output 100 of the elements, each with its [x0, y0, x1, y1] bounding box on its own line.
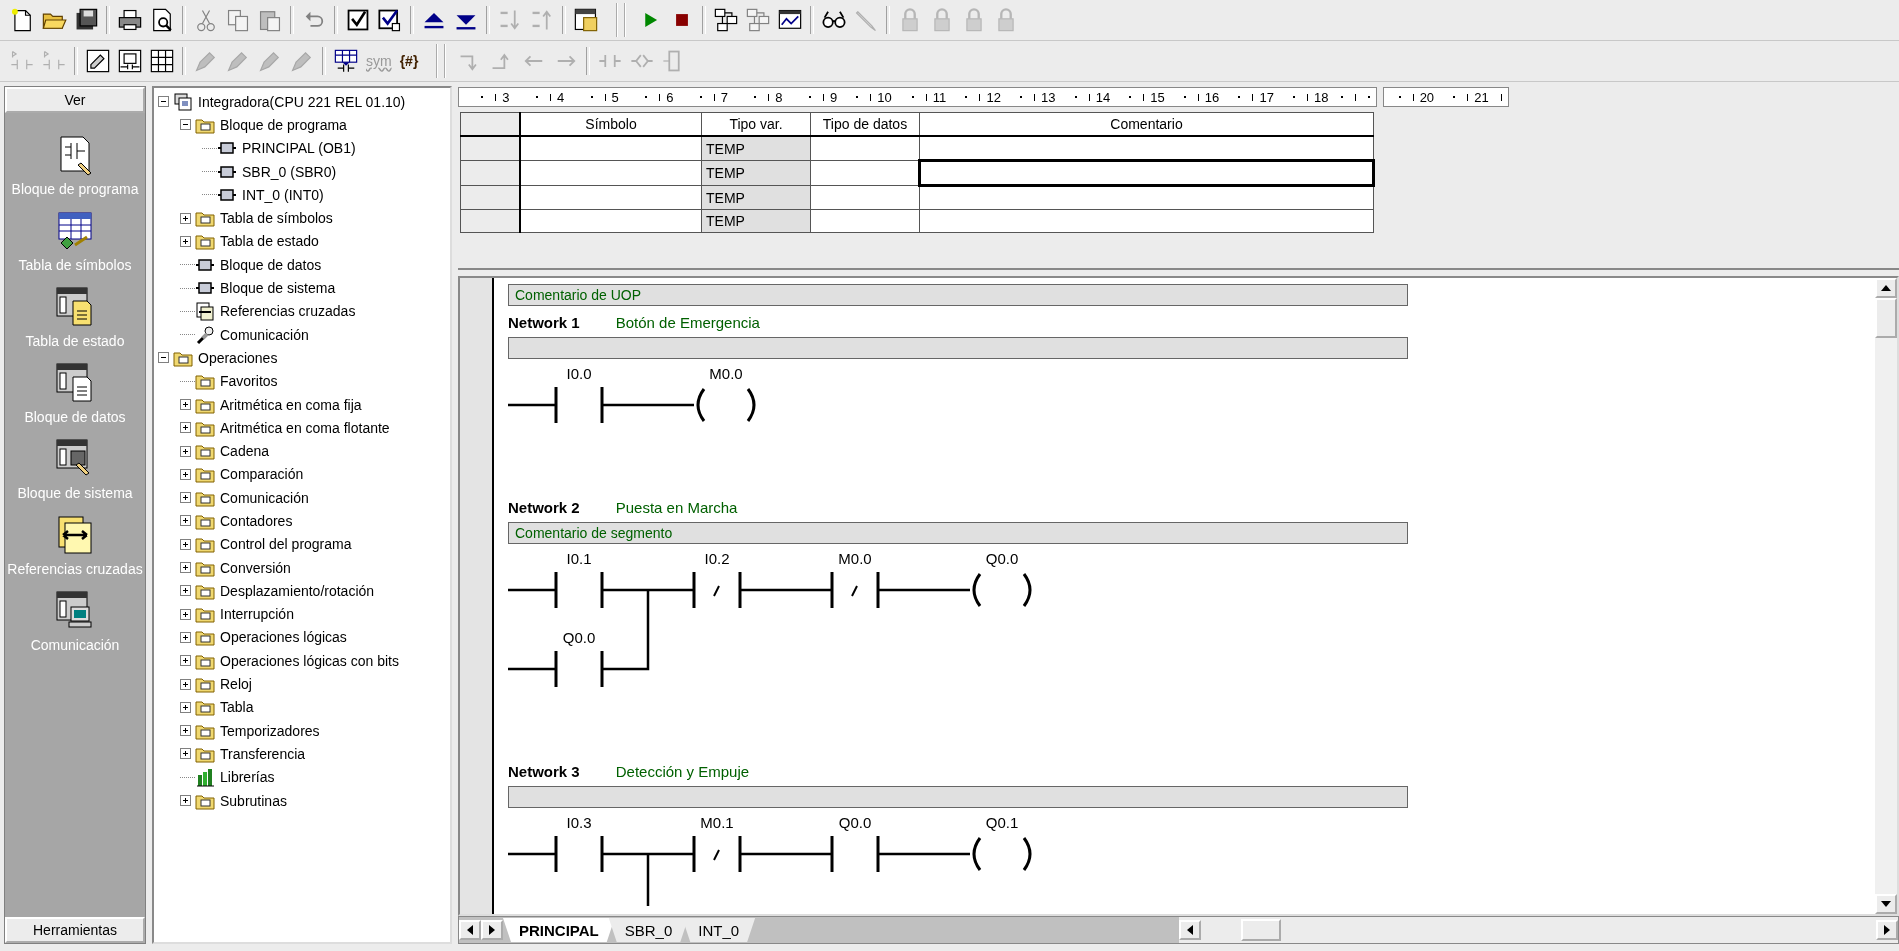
comment-field[interactable]: [508, 337, 1408, 359]
column-header[interactable]: Tipo var.: [701, 112, 811, 136]
expand-toggle[interactable]: [180, 678, 191, 690]
expand-toggle[interactable]: [180, 399, 191, 410]
tree-item[interactable]: Tabla: [219, 699, 255, 716]
tree-item[interactable]: Referencias cruzadas: [219, 303, 357, 320]
tree-item[interactable]: INT_0 (INT0): [241, 186, 325, 203]
toolbar-handle[interactable]: [436, 44, 447, 78]
expand-toggle[interactable]: [180, 701, 191, 713]
tree-item[interactable]: PRINCIPAL (OB1): [241, 140, 357, 157]
tree-item[interactable]: Desplazamiento/rotación: [219, 582, 376, 599]
expand-toggle[interactable]: [180, 422, 191, 434]
scrollbar[interactable]: [1179, 917, 1898, 943]
tree-item[interactable]: Librerías: [219, 769, 276, 786]
expand-toggle[interactable]: [180, 445, 191, 457]
table-cell[interactable]: [919, 209, 1374, 233]
table-cell[interactable]: [520, 185, 702, 210]
scrollbar-thumb[interactable]: [1875, 298, 1897, 338]
tree-item[interactable]: Contadores: [219, 513, 294, 529]
scrollbar-thumb[interactable]: [1241, 919, 1281, 941]
expand-toggle[interactable]: [180, 631, 191, 643]
tree-item[interactable]: Comunicación: [219, 326, 310, 343]
scroll-right-button[interactable]: [1876, 920, 1898, 940]
tab[interactable]: INT_0: [682, 918, 756, 942]
tree-item[interactable]: Transferencia: [219, 745, 307, 762]
table-cell[interactable]: [810, 185, 920, 210]
expand-toggle[interactable]: [180, 492, 191, 504]
tree-item[interactable]: Operaciones lógicas con bits: [219, 652, 400, 669]
expand-toggle[interactable]: [180, 562, 191, 574]
navigation-bar-header[interactable]: Ver: [5, 87, 145, 113]
network-name[interactable]: Detección y Empuje: [615, 763, 750, 780]
expand-toggle[interactable]: [180, 655, 191, 667]
expand-toggle[interactable]: [180, 515, 191, 527]
tree-item[interactable]: Interrupción: [219, 606, 295, 623]
table-cell[interactable]: [520, 136, 702, 161]
tree-item[interactable]: Temporizadores: [219, 722, 321, 739]
scroll-left-button[interactable]: [1179, 920, 1201, 940]
toolbar-button[interactable]: {#}: [395, 46, 423, 76]
expand-toggle[interactable]: [180, 212, 191, 224]
expand-toggle[interactable]: [180, 795, 191, 807]
scroll-down-button[interactable]: [1875, 894, 1897, 914]
comment-field[interactable]: Comentario de segmento: [508, 522, 1408, 544]
column-header[interactable]: Símbolo: [520, 112, 702, 136]
tree-item[interactable]: Tabla de símbolos: [219, 210, 334, 227]
row-header[interactable]: [460, 209, 520, 233]
tree-item[interactable]: Cadena: [219, 443, 271, 460]
expand-toggle[interactable]: [180, 608, 191, 620]
ruler-number: 21: [1474, 89, 1489, 105]
table-cell[interactable]: [919, 160, 1374, 186]
scroll-up-button[interactable]: [1875, 278, 1897, 298]
table-cell[interactable]: TEMP: [701, 160, 811, 186]
collapse-toggle[interactable]: [180, 119, 191, 131]
row-header[interactable]: [460, 185, 520, 210]
table-cell[interactable]: [520, 209, 702, 233]
column-header[interactable]: Comentario: [919, 112, 1374, 136]
collapse-toggle[interactable]: [158, 352, 169, 364]
expand-toggle[interactable]: [180, 468, 191, 480]
expand-toggle[interactable]: [180, 538, 191, 550]
row-header[interactable]: [460, 136, 520, 161]
tree-item[interactable]: Bloque de programa: [219, 116, 348, 133]
tree-item[interactable]: Operaciones lógicas: [219, 629, 348, 646]
scrollbar[interactable]: [1875, 278, 1897, 914]
tree-item[interactable]: Bloque de datos: [219, 256, 323, 273]
row-header[interactable]: [460, 160, 520, 186]
address-label: M0.0: [838, 550, 872, 567]
table-cell[interactable]: [520, 160, 702, 186]
tree-item[interactable]: Tabla de estado: [219, 233, 320, 250]
expand-toggle[interactable]: [180, 585, 191, 597]
tree-item[interactable]: Integradora(CPU 221 REL 01.10): [197, 93, 407, 110]
collapse-toggle[interactable]: [158, 96, 169, 108]
tree-item[interactable]: Aritmética en coma fija: [219, 396, 363, 413]
tree-item[interactable]: Conversión: [219, 559, 292, 576]
tree-item[interactable]: Bloque de sistema: [219, 280, 337, 296]
tree-item[interactable]: Control del programa: [219, 536, 353, 553]
table-cell[interactable]: [810, 136, 920, 161]
table-cell[interactable]: [919, 185, 1374, 210]
comment-field[interactable]: [508, 786, 1408, 808]
tree-item[interactable]: Favoritos: [219, 373, 279, 390]
expand-toggle[interactable]: [180, 748, 191, 760]
address-label: M0.1: [700, 814, 734, 831]
table-cell[interactable]: TEMP: [701, 185, 811, 210]
comment-field[interactable]: Comentario de UOP: [508, 284, 1408, 306]
scroll-left-button[interactable]: [459, 920, 481, 940]
toolbar-handle[interactable]: [616, 3, 626, 37]
tree-item[interactable]: Operaciones: [197, 349, 279, 366]
tree-item[interactable]: Aritmética en coma flotante: [219, 419, 391, 436]
navigation-bar-footer[interactable]: Herramientas: [5, 917, 145, 943]
network-name[interactable]: Botón de Emergencia: [615, 314, 760, 331]
tree-item[interactable]: Subrutinas: [219, 792, 288, 809]
tree-item[interactable]: Comunicación: [219, 489, 310, 506]
expand-toggle[interactable]: [180, 235, 191, 247]
tree-item[interactable]: Comparación: [219, 466, 305, 483]
table-cell[interactable]: [919, 136, 1374, 161]
column-header[interactable]: Tipo de datos: [810, 112, 920, 136]
table-cell[interactable]: TEMP: [701, 136, 811, 161]
network-name[interactable]: Puesta en Marcha: [615, 499, 738, 516]
expand-toggle[interactable]: [180, 725, 191, 737]
tree-item[interactable]: SBR_0 (SBR0): [241, 163, 338, 180]
scroll-right-button[interactable]: [481, 920, 503, 940]
tree-item[interactable]: Reloj: [219, 676, 253, 693]
